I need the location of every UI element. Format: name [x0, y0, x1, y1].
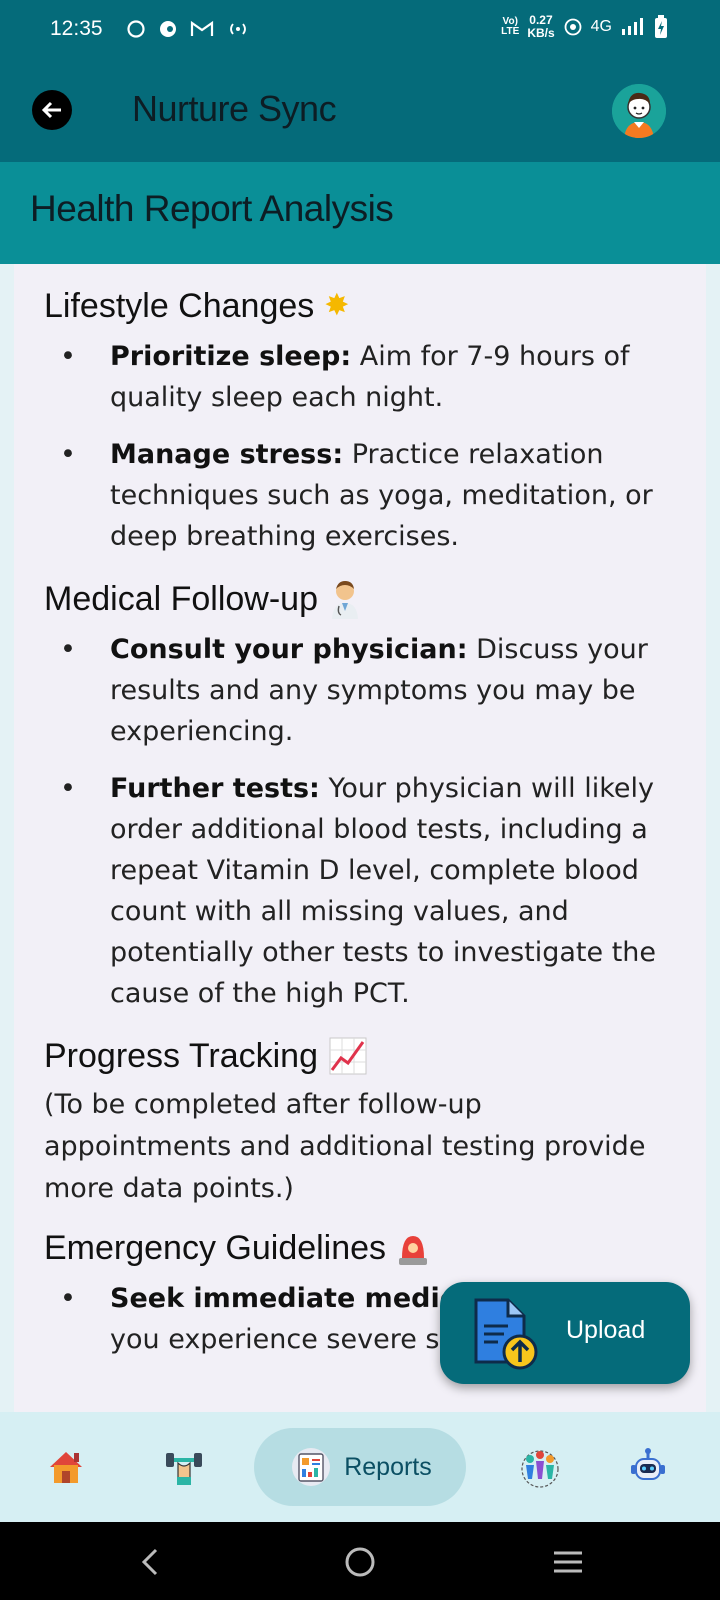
- upload-document-icon: [474, 1298, 538, 1370]
- app-bar: Nurture Sync: [0, 60, 720, 162]
- status-time: 12:35: [50, 17, 103, 40]
- profile-avatar-button[interactable]: [612, 84, 666, 138]
- gmail-icon: [190, 20, 214, 36]
- nav-item-reports[interactable]: Reports: [276, 1412, 446, 1522]
- upload-button[interactable]: Upload: [440, 1282, 690, 1384]
- battery-icon: [655, 15, 667, 38]
- list-item: Consult your physician: Discuss your res…: [44, 629, 676, 752]
- status-right: Vo) LTE 0.27 KB/s 4G: [501, 14, 668, 40]
- network-type: 4G: [590, 18, 612, 35]
- list-item: Manage stress: Practice relaxation techn…: [44, 434, 676, 557]
- nav-label-reports: Reports: [344, 1452, 432, 1481]
- user-avatar-icon: [612, 84, 666, 138]
- list-item: Prioritize sleep: Aim for 7-9 hours of q…: [44, 336, 676, 418]
- content-scroll-area[interactable]: Lifestyle Changes ✸ Prioritize sleep: Ai…: [0, 264, 720, 1412]
- medical-list: Consult your physician: Discuss your res…: [44, 629, 676, 1014]
- upload-label: Upload: [566, 1316, 646, 1344]
- status-bar: 12:35 Vo) LTE 0.27 KB/s 4G: [0, 0, 720, 60]
- nav-item-assistant[interactable]: [622, 1412, 674, 1522]
- hotspot-icon: [230, 23, 246, 35]
- bottom-navigation: Reports: [0, 1412, 720, 1522]
- chart-increasing-icon: [329, 1037, 367, 1075]
- notification-icons: [126, 19, 250, 39]
- doctor-icon: [332, 581, 358, 619]
- sparkle-star-icon: ✸: [324, 289, 350, 322]
- section-medical-title: Medical Follow-up: [44, 573, 676, 625]
- back-button[interactable]: [32, 90, 72, 130]
- speed-indicator: 0.27 KB/s: [527, 13, 555, 40]
- reports-icon: [292, 1448, 331, 1486]
- list-item: Further tests: Your physician will likel…: [44, 768, 676, 1014]
- nav-item-fitness[interactable]: [158, 1412, 210, 1522]
- robot-icon: [631, 1448, 665, 1480]
- section-progress-title: Progress Tracking: [44, 1030, 676, 1082]
- lifestyle-list: Prioritize sleep: Aim for 7-9 hours of q…: [44, 336, 676, 557]
- whatsapp-icon: [127, 20, 145, 38]
- section-lifestyle-title: Lifestyle Changes ✸: [44, 280, 676, 332]
- nav-item-home[interactable]: [40, 1412, 92, 1522]
- home-icon: [50, 1452, 82, 1483]
- community-icon: [521, 1450, 559, 1488]
- home-nav-icon[interactable]: [340, 1542, 380, 1582]
- dumbbell-icon: [166, 1453, 202, 1485]
- app-title: Nurture Sync: [132, 88, 337, 129]
- app-icon: [160, 21, 176, 37]
- section-emergency-title: Emergency Guidelines: [44, 1222, 676, 1274]
- volte-indicator: Vo) LTE: [501, 16, 520, 37]
- system-navigation-bar: [0, 1522, 720, 1600]
- wifi-icon: [564, 18, 582, 36]
- signal-icon: [622, 18, 643, 35]
- report-card: Lifestyle Changes ✸ Prioritize sleep: Ai…: [14, 264, 706, 1412]
- arrow-left-icon: [41, 101, 61, 119]
- progress-text: (To be completed after follow-up appoint…: [44, 1089, 646, 1204]
- siren-icon: [399, 1236, 428, 1265]
- recents-nav-icon[interactable]: [548, 1542, 588, 1582]
- nav-item-community[interactable]: [514, 1412, 566, 1522]
- back-nav-icon[interactable]: [132, 1542, 172, 1582]
- page-header: Health Report Analysis: [0, 162, 720, 264]
- page-title: Health Report Analysis: [30, 188, 394, 229]
